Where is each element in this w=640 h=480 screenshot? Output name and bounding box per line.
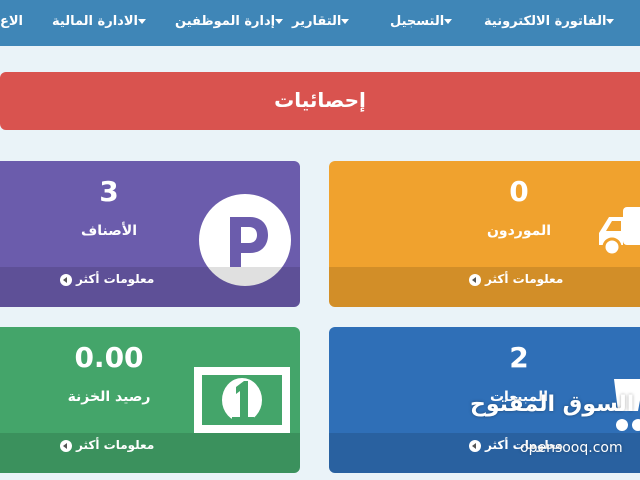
chevron-down-icon — [444, 19, 453, 24]
card-value: 3 — [99, 175, 119, 208]
chevron-down-icon — [606, 19, 615, 24]
card-label: الأصناف — [81, 223, 137, 239]
card-footer-link[interactable]: معلومات أكثر — [0, 267, 300, 307]
nav-item-e-invoice[interactable]: الفاتورة الالكترونية — [484, 0, 620, 46]
chevron-down-icon — [275, 19, 284, 24]
top-navbar: الفاتورة الالكترونية التسجيل التقارير إد… — [0, 0, 640, 46]
card-value: 0.00 — [74, 341, 144, 374]
card-value: 0 — [509, 175, 529, 208]
card-footer-link[interactable]: معلومات أكثر — [0, 433, 300, 473]
nav-item-employees[interactable]: إدارة الموظفين — [175, 0, 289, 46]
nav-item-label: الفاتورة الالكترونية — [484, 14, 607, 29]
watermark-logo: السوق المفتوح — [470, 392, 635, 417]
card-value: 2 — [509, 341, 529, 374]
nav-item-label: التسجيل — [390, 14, 445, 29]
more-info-link[interactable]: معلومات أكثر — [60, 267, 154, 291]
card-treasury: 0.00 رصيد الخزنة معلومات أكثر — [0, 327, 300, 473]
card-categories: 3 الأصناف معلومات أكثر — [0, 161, 300, 307]
nav-item-label: التقارير — [292, 14, 342, 29]
card-suppliers: 0 الموردون معلومات أكثر — [329, 161, 640, 307]
watermark-url: opensooq.com — [520, 440, 623, 456]
more-info-label: معلومات أكثر — [485, 272, 564, 286]
nav-item-label: الاع — [0, 14, 24, 29]
truck-icon — [599, 203, 640, 277]
chevron-down-icon — [137, 19, 146, 24]
nav-item-reports[interactable]: التقارير — [292, 0, 355, 46]
more-info-link[interactable]: معلومات أكثر — [469, 267, 563, 291]
circle-arrow-left-icon — [469, 273, 481, 286]
banknote-icon — [194, 367, 290, 437]
statistics-banner: إحصائيات — [0, 72, 640, 130]
nav-item-finance[interactable]: الادارة المالية — [52, 0, 152, 46]
circle-arrow-left-icon — [60, 439, 72, 452]
card-label: الموردون — [486, 223, 552, 239]
nav-item-settings-truncated[interactable]: الاع — [0, 0, 23, 46]
more-info-label: معلومات أكثر — [76, 438, 155, 452]
nav-item-label: الادارة المالية — [52, 14, 138, 29]
card-footer-link[interactable]: معلومات أكثر — [329, 267, 640, 307]
circle-arrow-left-icon — [60, 273, 72, 286]
circle-arrow-left-icon — [469, 439, 481, 452]
more-info-link[interactable]: معلومات أكثر — [60, 433, 154, 457]
nav-item-registration[interactable]: التسجيل — [390, 0, 458, 46]
more-info-label: معلومات أكثر — [76, 272, 155, 286]
nav-item-label: إدارة الموظفين — [175, 14, 276, 29]
card-label: رصيد الخزنة — [67, 389, 151, 405]
chevron-down-icon — [341, 19, 350, 24]
